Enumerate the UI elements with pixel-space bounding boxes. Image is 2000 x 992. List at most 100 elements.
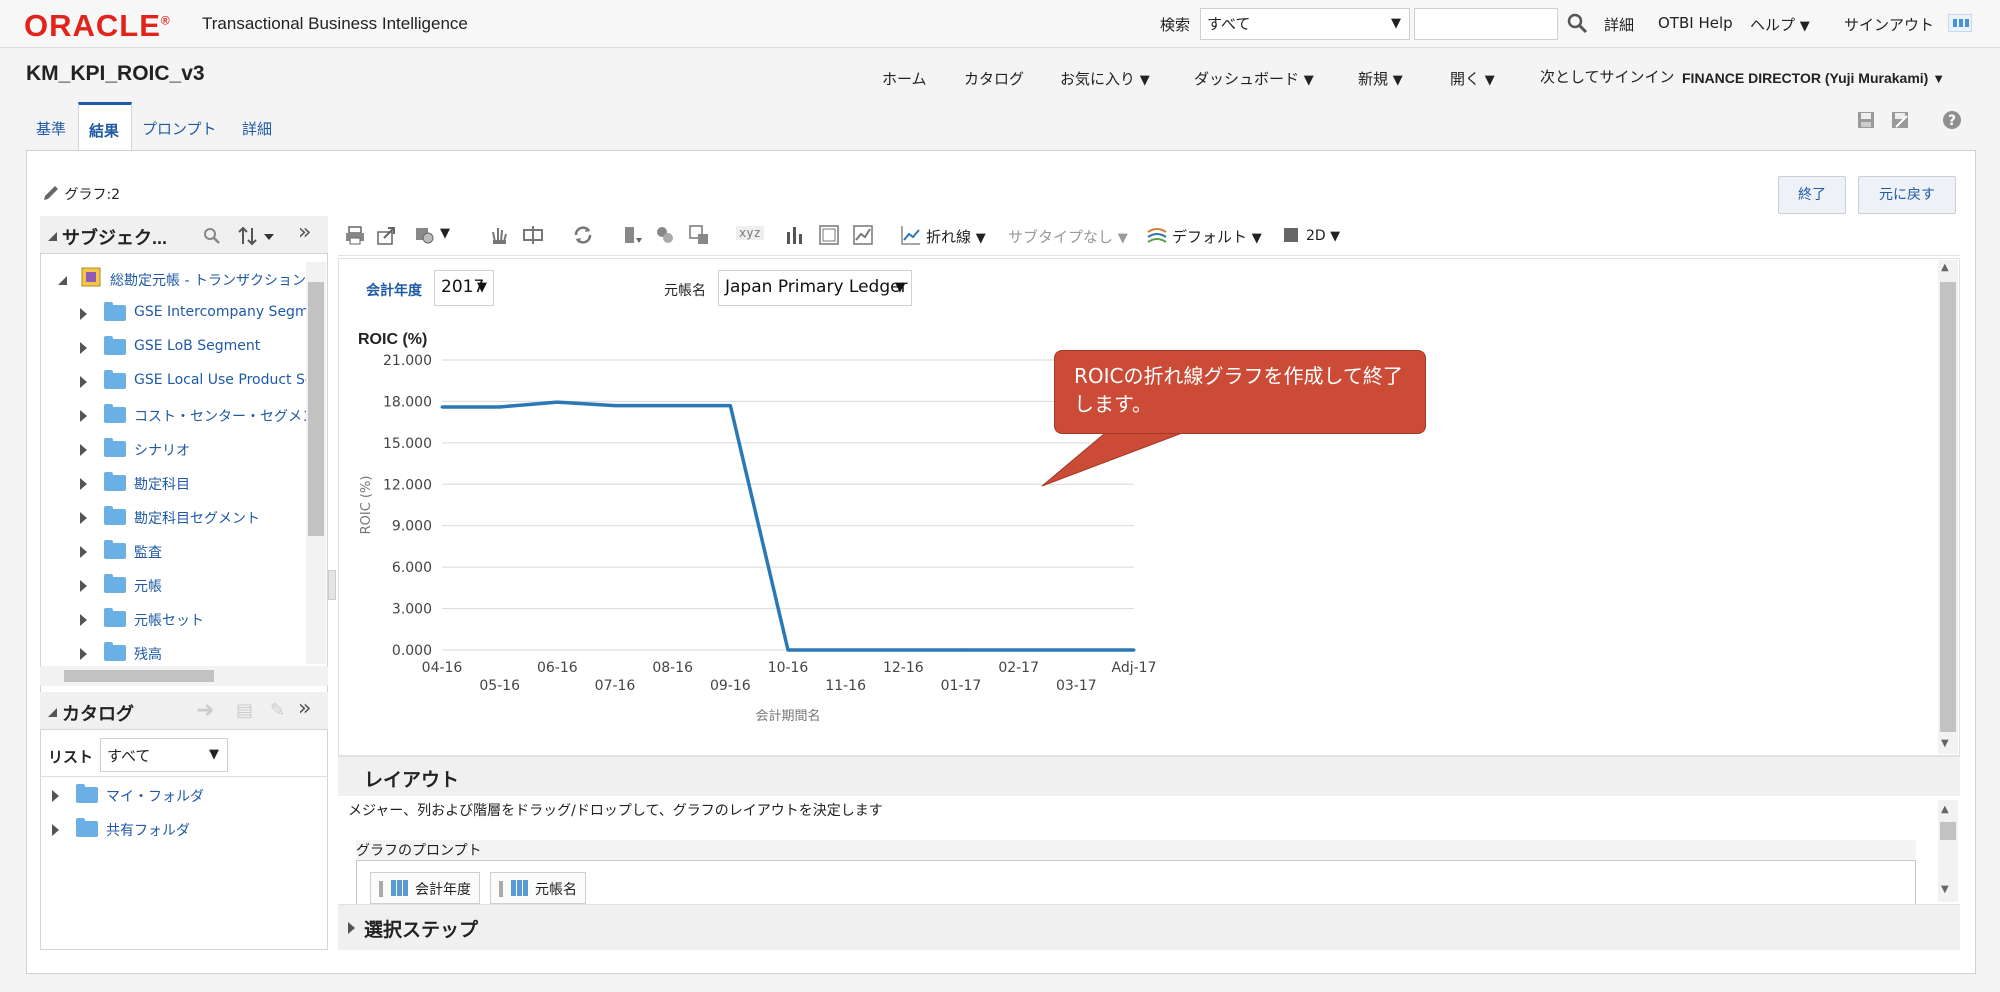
list-item[interactable]: 元帳 — [56, 574, 306, 598]
chevron-down-icon: ▼ — [1799, 19, 1810, 34]
folder-icon — [104, 438, 126, 457]
chevron-down-icon[interactable]: ▼ — [440, 226, 450, 241]
collapse-icon[interactable] — [46, 706, 58, 718]
list-item[interactable]: 残高 — [56, 642, 306, 666]
done-button[interactable]: 終了 — [1778, 176, 1846, 214]
help-menu[interactable]: ヘルプ ▼ — [1750, 14, 1810, 35]
line-bar-icon[interactable] — [852, 224, 874, 246]
data-point — [498, 405, 502, 409]
expand-panel-icon[interactable]: » — [298, 696, 311, 721]
column-chip[interactable]: 元帳名 — [490, 872, 586, 904]
chevron-down-icon: ▼ — [1303, 73, 1314, 88]
catalog-list-select[interactable]: すべて ▼ — [100, 738, 228, 772]
ledger-prompt-select[interactable]: Japan Primary Ledger ▼ — [718, 270, 912, 306]
bar-chart-icon[interactable] — [784, 224, 806, 246]
scroll-up-icon[interactable]: ▲ — [1941, 804, 1949, 815]
tree-scrollbar-thumb[interactable] — [308, 282, 324, 536]
list-item[interactable]: コスト・センター・セグメント — [56, 404, 306, 428]
sign-out-link[interactable]: サインアウト — [1844, 14, 1934, 35]
list-item[interactable]: GSE LoB Segment — [56, 336, 306, 360]
user-menu[interactable]: FINANCE DIRECTOR (Yuji Murakami) ▼ — [1682, 70, 1945, 86]
data-point — [440, 405, 444, 409]
sort-icon[interactable] — [238, 226, 278, 246]
list-item[interactable]: 監査 — [56, 540, 306, 564]
selection-steps-header[interactable]: 選択ステップ — [338, 904, 1960, 950]
nav-new[interactable]: 新規 ▼ — [1358, 68, 1403, 89]
folder-icon — [104, 404, 126, 423]
search-icon[interactable] — [1566, 12, 1588, 34]
dimension-select[interactable]: 2D ▼ — [1306, 228, 1340, 244]
style-icon[interactable] — [1146, 224, 1168, 246]
tree-scrollbar-hthumb[interactable] — [64, 670, 214, 682]
print-icon[interactable] — [344, 224, 366, 246]
list-item[interactable]: 元帳セット — [56, 608, 306, 632]
format-icon[interactable] — [654, 224, 676, 246]
catalog-tool-icon: ▤ — [236, 700, 254, 721]
scroll-up-icon[interactable]: ▲ — [1941, 262, 1949, 273]
style-select[interactable]: デフォルト ▼ — [1172, 226, 1262, 247]
drill-hand-icon[interactable] — [488, 224, 510, 246]
catalog-title: カタログ — [62, 704, 134, 724]
drag-handle-icon — [499, 881, 503, 897]
expand-panel-icon[interactable]: » — [298, 220, 311, 245]
subject-area-root[interactable]: 総勘定元帳 - トランザクション — [110, 270, 306, 290]
otbi-help-link[interactable]: OTBI Help — [1658, 14, 1733, 32]
y-tick-label: 6.000 — [392, 560, 432, 576]
chevron-down-icon: ▼ — [975, 231, 986, 246]
list-item[interactable]: GSE Local Use Product Segment — [56, 370, 306, 394]
list-item[interactable]: シナリオ — [56, 438, 306, 462]
sort-data-icon[interactable] — [622, 224, 644, 246]
list-item[interactable]: マイ・フォルダ — [28, 784, 318, 808]
save-as-icon[interactable] — [1890, 110, 1910, 130]
scroll-down-icon[interactable]: ▼ — [1941, 884, 1949, 895]
chart-scrollbar-thumb[interactable] — [1940, 282, 1956, 732]
save-icon[interactable] — [1856, 110, 1876, 130]
list-item[interactable]: 勘定科目 — [56, 472, 306, 496]
signin-label: 次としてサインイン — [1540, 68, 1675, 86]
roic-line-chart: ROIC (%) 0.000 3.000 6.000 9.000 12.000 15.000… — [358, 331, 1156, 724]
data-point — [613, 404, 617, 408]
splitter-handle[interactable] — [328, 570, 336, 600]
nav-favorites[interactable]: お気に入り ▼ — [1060, 68, 1150, 89]
graph-type-select[interactable]: 折れ線 ▼ — [926, 226, 986, 247]
apps-icon[interactable] — [1948, 14, 1972, 32]
chevron-down-icon: ▼ — [1251, 231, 1262, 246]
tab-advanced[interactable]: 詳細 — [242, 118, 272, 139]
chart-properties-icon[interactable] — [414, 224, 436, 246]
expand-arrow-icon — [80, 580, 87, 592]
list-item[interactable]: GSE Intercompany Segment — [56, 302, 306, 326]
revert-button[interactable]: 元に戻す — [1858, 176, 1956, 214]
search-icon[interactable] — [202, 226, 222, 246]
list-item[interactable]: 勘定科目セグメント — [56, 506, 306, 530]
search-input[interactable] — [1414, 8, 1558, 40]
layout-section-header[interactable]: レイアウト — [338, 756, 1960, 796]
tab-prompts[interactable]: プロンプト — [142, 118, 217, 139]
collapse-icon[interactable] — [56, 274, 68, 286]
help-icon[interactable]: ? — [1942, 110, 1962, 130]
tab-criteria[interactable]: 基準 — [36, 118, 66, 139]
line-chart-icon[interactable] — [900, 224, 922, 246]
collapse-icon[interactable] — [46, 230, 58, 242]
search-scope-select[interactable]: すべて ▼ — [1200, 8, 1410, 40]
column-chip[interactable]: 会計年度 — [370, 872, 480, 904]
year-prompt-select[interactable]: 2017 ▼ — [434, 270, 494, 306]
y-tick-label: 0.000 — [392, 643, 432, 659]
nav-open[interactable]: 開く ▼ — [1450, 68, 1495, 89]
export-icon[interactable] — [376, 224, 398, 246]
refresh-icon[interactable] — [572, 224, 594, 246]
layout-scrollbar-thumb[interactable] — [1940, 822, 1956, 840]
tab-results[interactable]: 結果 — [78, 102, 132, 150]
expand-arrow-icon — [80, 512, 87, 524]
gauge-icon[interactable] — [818, 224, 840, 246]
scroll-down-icon[interactable]: ▼ — [1941, 738, 1949, 749]
conditional-format-icon[interactable] — [688, 224, 710, 246]
advanced-link[interactable]: 詳細 — [1604, 14, 1634, 35]
nav-dashboards[interactable]: ダッシュボード ▼ — [1194, 68, 1314, 89]
xyz-icon[interactable]: xyz — [736, 226, 764, 240]
split-icon[interactable] — [522, 224, 544, 246]
list-item[interactable]: 共有フォルダ — [28, 818, 318, 842]
nav-catalog[interactable]: カタログ — [964, 68, 1024, 89]
nav-home[interactable]: ホーム — [882, 68, 927, 89]
chevron-down-icon: ▼ — [1391, 16, 1401, 31]
x-tick-label: 06-16 — [537, 660, 578, 676]
